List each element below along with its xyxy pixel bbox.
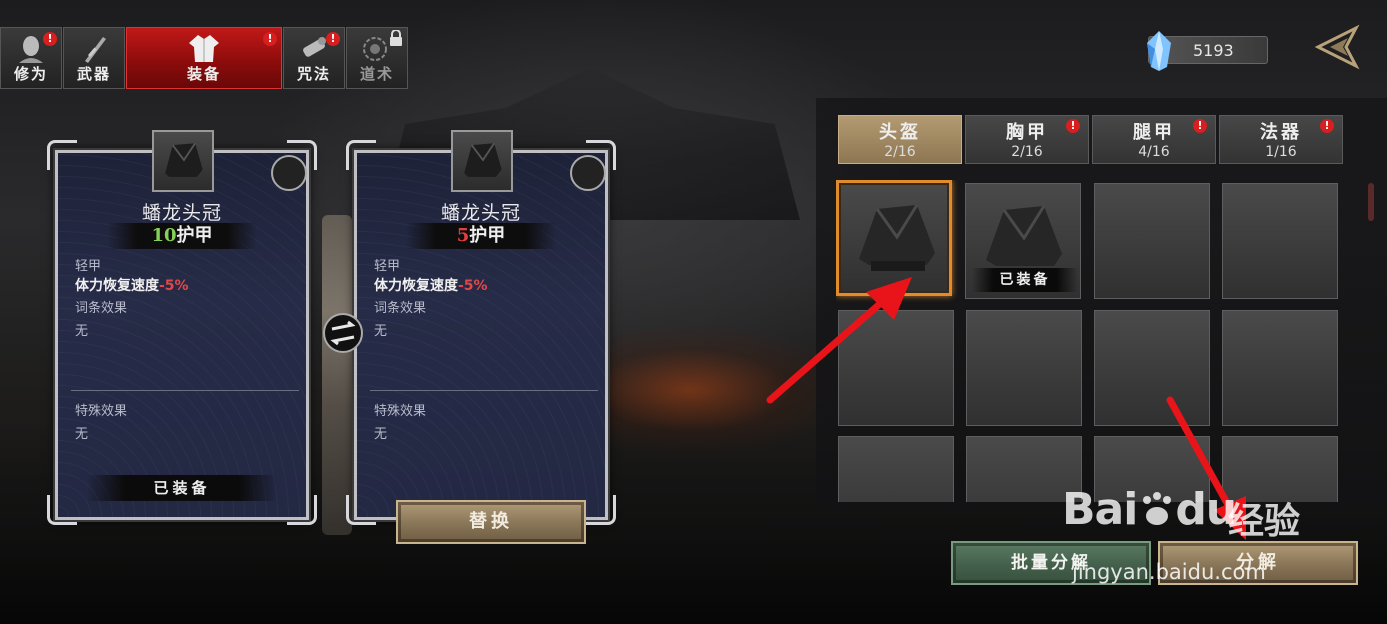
special-value: 无 — [374, 427, 388, 442]
inventory-scrollbar[interactable] — [1368, 183, 1374, 221]
compare-item-card: 蟠龙头冠 5护甲 轻甲 体力恢复速度-5% 词条效果 无 特殊效果 无 — [346, 130, 616, 525]
tab-cultivation[interactable]: ! 修为 — [0, 27, 62, 89]
stat-value: -5% — [159, 278, 189, 294]
armor-value: 5 — [456, 225, 470, 246]
armor-label: 护甲 — [176, 225, 213, 246]
currency-amount: 5193 — [1193, 41, 1234, 60]
inventory-slot[interactable] — [1094, 183, 1210, 299]
alert-badge: ! — [263, 32, 277, 46]
alert-badge: ! — [1066, 119, 1080, 133]
armor-value-line: 5护甲 — [406, 223, 556, 249]
tab-label: 装备 — [186, 65, 221, 83]
weapon-icon — [85, 37, 106, 63]
tab-spells[interactable]: ! 咒法 — [283, 27, 345, 89]
item-name: 蟠龙头冠 — [141, 202, 222, 224]
helmet-icon — [464, 142, 502, 177]
special-label: 特殊效果 — [75, 404, 128, 419]
inventory-slot[interactable] — [1094, 310, 1210, 426]
card-corner — [586, 495, 616, 525]
currency-display: 5193 — [1147, 31, 1268, 71]
card-corner — [47, 495, 77, 525]
inventory-slot-selected[interactable] — [836, 180, 952, 296]
tab-weapon[interactable]: 武器 — [63, 27, 125, 89]
alert-badge: ! — [326, 32, 340, 46]
inventory-slot[interactable] — [838, 310, 954, 426]
armor-label: 护甲 — [469, 225, 506, 246]
inventory-slot[interactable] — [838, 436, 954, 502]
tab-equipment[interactable]: ! 装备 — [126, 27, 282, 89]
lock-icon — [390, 30, 402, 46]
alert-badge: ! — [1193, 119, 1207, 133]
category-name: 头盔 — [879, 122, 921, 143]
tab-artifact[interactable]: ! 法器 1/16 — [1219, 115, 1343, 164]
affix-label: 词条效果 — [75, 301, 128, 316]
armor-value: 10 — [151, 225, 177, 246]
equipped-status: 已装备 — [87, 475, 277, 501]
tab-label: 咒法 — [296, 65, 331, 83]
card-divider — [71, 390, 299, 391]
item-name: 蟠龙头冠 — [440, 202, 521, 224]
affix-value: 无 — [374, 324, 388, 339]
card-corner — [287, 495, 317, 525]
robe-icon — [189, 35, 219, 62]
tab-label: 武器 — [76, 65, 111, 83]
card-corner — [47, 140, 77, 170]
card-corner — [346, 140, 376, 170]
inventory-slot[interactable] — [1222, 183, 1338, 299]
alert-badge: ! — [43, 32, 57, 46]
helmet-icon — [165, 142, 203, 177]
armor-value-line: 10护甲 — [107, 223, 257, 249]
stat-line: 体力恢复速度-5% — [374, 275, 488, 295]
robe-slot-icon — [271, 155, 307, 191]
watermark-brand: Bai du — [1062, 484, 1237, 535]
equipped-item-card: 蟠龙头冠 10护甲 轻甲 体力恢复速度-5% 词条效果 无 特殊效果 无 已装备 — [47, 130, 317, 525]
special-value: 无 — [75, 427, 89, 442]
category-count: 2/16 — [884, 144, 916, 160]
paw-icon — [1137, 488, 1175, 526]
swap-compare-icon — [323, 313, 363, 353]
top-tab-bar: ! 修为 武器 ! 装备 ! 咒法 道术 — [0, 27, 409, 89]
affix-label: 词条效果 — [374, 301, 427, 316]
item-thumbnail — [451, 130, 513, 192]
inventory-slot[interactable] — [1222, 310, 1338, 426]
stat-label: 体力恢复速度 — [374, 278, 458, 294]
inventory-slot[interactable] — [966, 310, 1082, 426]
inventory-grid: 已装备 — [836, 180, 1340, 502]
robe-slot-icon — [570, 155, 606, 191]
crystal-icon — [1147, 31, 1171, 71]
armor-weight: 轻甲 — [374, 259, 401, 274]
alert-badge: ! — [1320, 119, 1334, 133]
category-count: 4/16 — [1138, 144, 1170, 160]
card-divider — [370, 390, 598, 391]
watermark-jingyan: 经验 — [1228, 501, 1301, 542]
back-button[interactable] — [1312, 22, 1362, 72]
category-count: 1/16 — [1265, 144, 1297, 160]
baidu-watermark: Bai du 经验 jingyan.baidu.com — [1062, 478, 1322, 588]
tab-taoism[interactable]: 道术 — [346, 27, 408, 89]
tab-legs[interactable]: ! 腿甲 4/16 — [1092, 115, 1216, 164]
equipped-tag: 已装备 — [972, 268, 1078, 292]
armor-weight: 轻甲 — [75, 259, 102, 274]
stat-label: 体力恢复速度 — [75, 278, 159, 294]
stat-line: 体力恢复速度-5% — [75, 275, 189, 295]
category-count: 2/16 — [1011, 144, 1043, 160]
tab-label: 修为 — [13, 65, 48, 83]
item-thumbnail — [152, 130, 214, 192]
replace-button[interactable]: 替换 — [396, 500, 586, 544]
stat-value: -5% — [458, 278, 488, 294]
tab-label: 道术 — [359, 65, 394, 83]
watermark-url: jingyan.baidu.com — [1072, 560, 1266, 584]
tab-helmet[interactable]: 头盔 2/16 — [838, 115, 962, 164]
card-corner — [346, 495, 376, 525]
special-label: 特殊效果 — [374, 404, 427, 419]
inventory-slot-equipped[interactable]: 已装备 — [965, 183, 1081, 299]
helmet-icon — [859, 204, 935, 271]
tab-chest[interactable]: ! 胸甲 2/16 — [965, 115, 1089, 164]
category-tabs: 头盔 2/16 ! 胸甲 2/16 ! 腿甲 4/16 ! 法器 1/16 — [838, 115, 1346, 164]
affix-value: 无 — [75, 324, 89, 339]
